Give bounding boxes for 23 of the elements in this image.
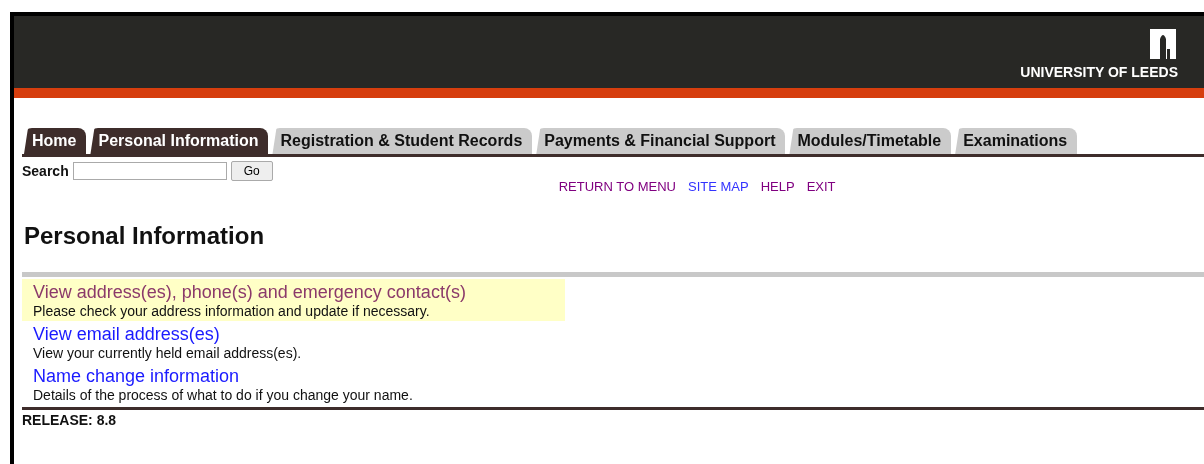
nav-link[interactable]: HELP [760,179,795,194]
go-button[interactable]: Go [230,161,273,181]
nav-tab[interactable]: Registration & Student Records [272,128,533,154]
menu-description: Details of the process of what to do if you change your name. [33,387,414,403]
search-field[interactable] [72,162,227,180]
search-label: Search [22,163,69,179]
tower-icon [1150,29,1176,59]
menu-description: Please check your address information and update if necessary. [33,303,431,319]
page-heading: Personal Information [24,222,266,250]
nav-tab[interactable]: Examinations [955,128,1078,154]
university-name: UNIVERSITY OF LEEDS [1020,64,1178,80]
menu-link[interactable]: View email address(es) [33,324,220,345]
nav-tab[interactable]: Modules/Timetable [789,128,952,154]
nav-tab[interactable]: Personal Information [90,128,269,154]
release-label: RELEASE: 8.8 [22,411,118,428]
menu-link[interactable]: Name change information [33,366,240,387]
menu-link[interactable]: View address(es), phone(s) and emergency contact(s) [33,282,466,303]
nav-link[interactable]: EXIT [806,179,836,194]
menu-description: View your currently held email address(es). [33,345,303,361]
nav-tab[interactable]: Home [24,128,87,154]
nav-link[interactable]: RETURN TO MENU [558,179,676,194]
nav-tab[interactable]: Payments & Financial Support [536,128,786,154]
nav-link[interactable]: SITE MAP [687,179,749,194]
